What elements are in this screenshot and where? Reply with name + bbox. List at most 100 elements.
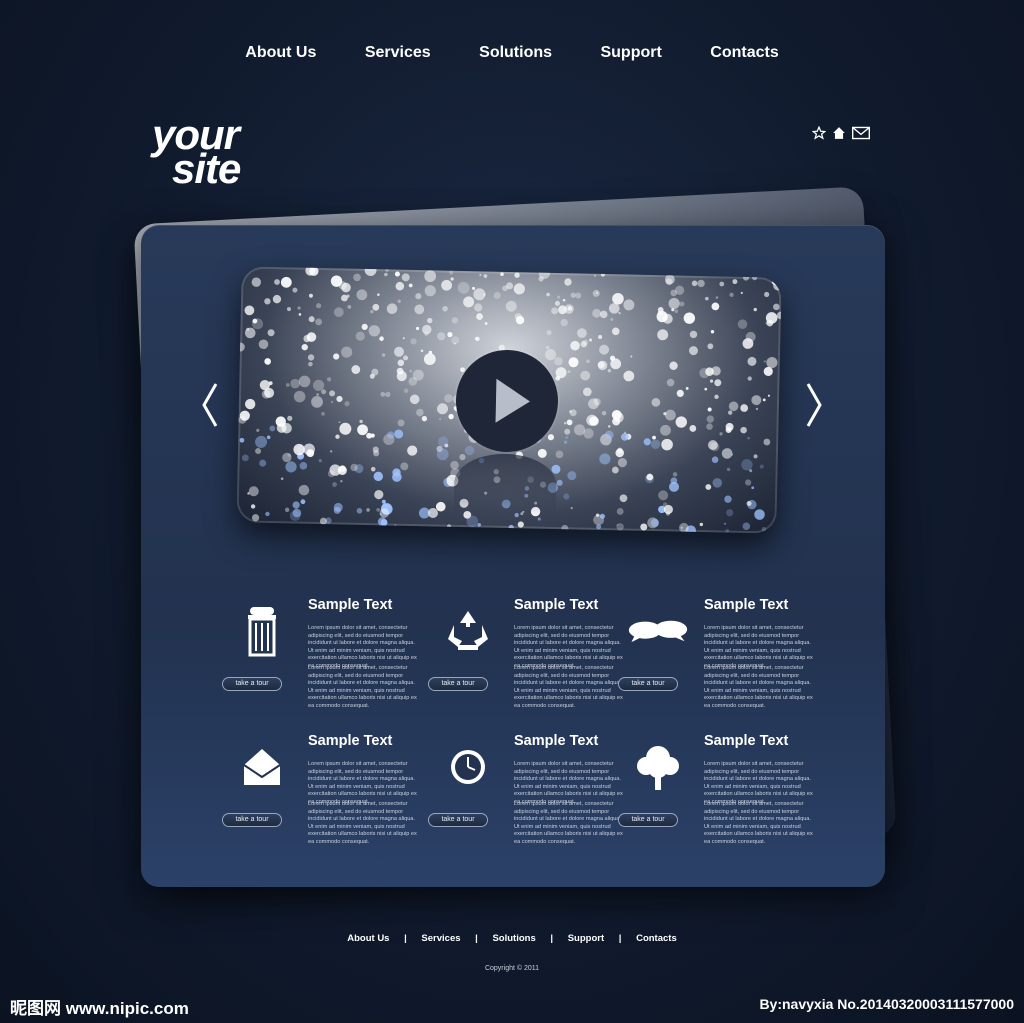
take-a-tour-button[interactable]: take a tour bbox=[222, 813, 282, 827]
bokeh-dot bbox=[570, 340, 580, 351]
bokeh-dot bbox=[459, 454, 466, 461]
footer-solutions[interactable]: Solutions bbox=[480, 933, 547, 944]
bokeh-dot bbox=[403, 355, 409, 361]
chevron-left-icon[interactable] bbox=[198, 380, 222, 430]
bokeh-dot bbox=[457, 281, 470, 294]
bokeh-dot bbox=[685, 387, 689, 390]
bokeh-dot bbox=[341, 346, 353, 358]
feature-body: Lorem ipsum dolor sit amet, consectetur … bbox=[514, 761, 623, 805]
bokeh-dot bbox=[298, 313, 302, 316]
bokeh-dot bbox=[608, 303, 620, 314]
bokeh-dot bbox=[311, 395, 323, 408]
bokeh-dot bbox=[472, 286, 476, 290]
video-slider[interactable] bbox=[236, 266, 782, 534]
bokeh-dot bbox=[448, 413, 454, 420]
bokeh-dot bbox=[709, 379, 714, 383]
bokeh-dot bbox=[366, 508, 370, 512]
footer-services[interactable]: Services bbox=[409, 933, 472, 944]
bokeh-dot bbox=[612, 292, 624, 305]
bokeh-dot bbox=[755, 407, 759, 411]
bokeh-dot bbox=[356, 289, 368, 301]
take-a-tour-button[interactable]: take a tour bbox=[428, 813, 488, 827]
bokeh-dot bbox=[697, 279, 705, 288]
bokeh-dot bbox=[568, 357, 579, 368]
bokeh-dot bbox=[356, 507, 363, 514]
bokeh-dot bbox=[293, 443, 305, 456]
footer-separator: | bbox=[404, 933, 407, 944]
footer-contacts[interactable]: Contacts bbox=[624, 933, 689, 944]
mail-icon[interactable] bbox=[852, 126, 870, 140]
bokeh-dot bbox=[689, 330, 698, 339]
take-a-tour-button[interactable]: take a tour bbox=[618, 677, 678, 691]
bokeh-dot bbox=[438, 417, 442, 421]
bokeh-dot bbox=[274, 279, 280, 285]
nav-about-us[interactable]: About Us bbox=[245, 44, 316, 62]
nav-contacts[interactable]: Contacts bbox=[710, 44, 778, 62]
bokeh-dot bbox=[567, 370, 571, 374]
nav-support[interactable]: Support bbox=[600, 44, 661, 62]
bokeh-dot bbox=[338, 421, 341, 424]
bokeh-dot bbox=[616, 508, 624, 515]
bokeh-dot bbox=[562, 298, 566, 302]
bokeh-dot bbox=[463, 296, 475, 308]
bokeh-dot bbox=[599, 344, 610, 355]
bokeh-dot bbox=[421, 415, 428, 422]
bokeh-dot bbox=[264, 298, 271, 305]
bokeh-dot bbox=[450, 277, 454, 281]
feature-body: Lorem ipsum dolor sit amet, consectetur … bbox=[514, 625, 623, 669]
bokeh-dot bbox=[394, 429, 404, 439]
take-a-tour-button[interactable]: take a tour bbox=[428, 677, 488, 691]
bokeh-dot bbox=[414, 304, 425, 315]
bokeh-dot bbox=[564, 428, 571, 435]
bokeh-dot bbox=[617, 457, 628, 468]
bokeh-dot bbox=[393, 346, 404, 357]
bokeh-dot bbox=[333, 307, 344, 318]
bokeh-dot bbox=[658, 490, 669, 501]
bokeh-dot bbox=[547, 434, 555, 441]
feature-body: Lorem ipsum dolor sit amet, consectetur … bbox=[308, 801, 417, 845]
bokeh-dot bbox=[711, 302, 720, 311]
bokeh-dot bbox=[493, 291, 501, 299]
star-icon[interactable] bbox=[812, 126, 826, 140]
footer-support[interactable]: Support bbox=[556, 933, 616, 944]
bokeh-dot bbox=[767, 394, 771, 397]
bokeh-dot bbox=[326, 377, 332, 382]
take-a-tour-button[interactable]: take a tour bbox=[222, 677, 282, 691]
bokeh-dot bbox=[269, 425, 276, 432]
footer-about-us[interactable]: About Us bbox=[335, 933, 401, 944]
chevron-right-icon[interactable] bbox=[802, 380, 826, 430]
bokeh-dot bbox=[728, 401, 739, 412]
bokeh-dot bbox=[368, 325, 381, 337]
bokeh-dot bbox=[596, 524, 602, 530]
feature-title: Sample Text bbox=[308, 733, 393, 749]
take-a-tour-button[interactable]: take a tour bbox=[618, 813, 678, 827]
bokeh-dot bbox=[754, 509, 765, 520]
bokeh-dot bbox=[747, 376, 752, 381]
bokeh-dot bbox=[265, 511, 270, 517]
bokeh-dot bbox=[742, 522, 751, 531]
bokeh-dot bbox=[599, 310, 608, 319]
bokeh-dot bbox=[675, 416, 687, 428]
nav-solutions[interactable]: Solutions bbox=[479, 44, 552, 62]
bokeh-dot bbox=[479, 273, 482, 277]
footer-nav: About Us | Services | Solutions | Suppor… bbox=[0, 933, 1024, 944]
feature-title: Sample Text bbox=[308, 597, 393, 613]
bokeh-dot bbox=[691, 280, 698, 287]
bokeh-dot bbox=[400, 462, 409, 471]
bokeh-dot bbox=[333, 353, 340, 360]
bokeh-dot bbox=[298, 484, 310, 496]
bokeh-dot bbox=[361, 323, 368, 330]
bokeh-dot bbox=[725, 528, 730, 533]
bokeh-dot bbox=[715, 296, 719, 299]
bokeh-dot bbox=[339, 422, 352, 435]
nav-services[interactable]: Services bbox=[365, 44, 431, 62]
bokeh-dot bbox=[264, 358, 271, 365]
bokeh-dot bbox=[751, 486, 755, 490]
site-logo[interactable]: your site bbox=[152, 114, 241, 190]
home-icon[interactable] bbox=[832, 126, 846, 140]
bokeh-dot bbox=[706, 415, 714, 423]
bokeh-dot bbox=[608, 425, 611, 428]
bokeh-dot bbox=[272, 294, 282, 304]
bokeh-dot bbox=[329, 390, 336, 397]
chat-bubbles-icon bbox=[628, 603, 688, 659]
